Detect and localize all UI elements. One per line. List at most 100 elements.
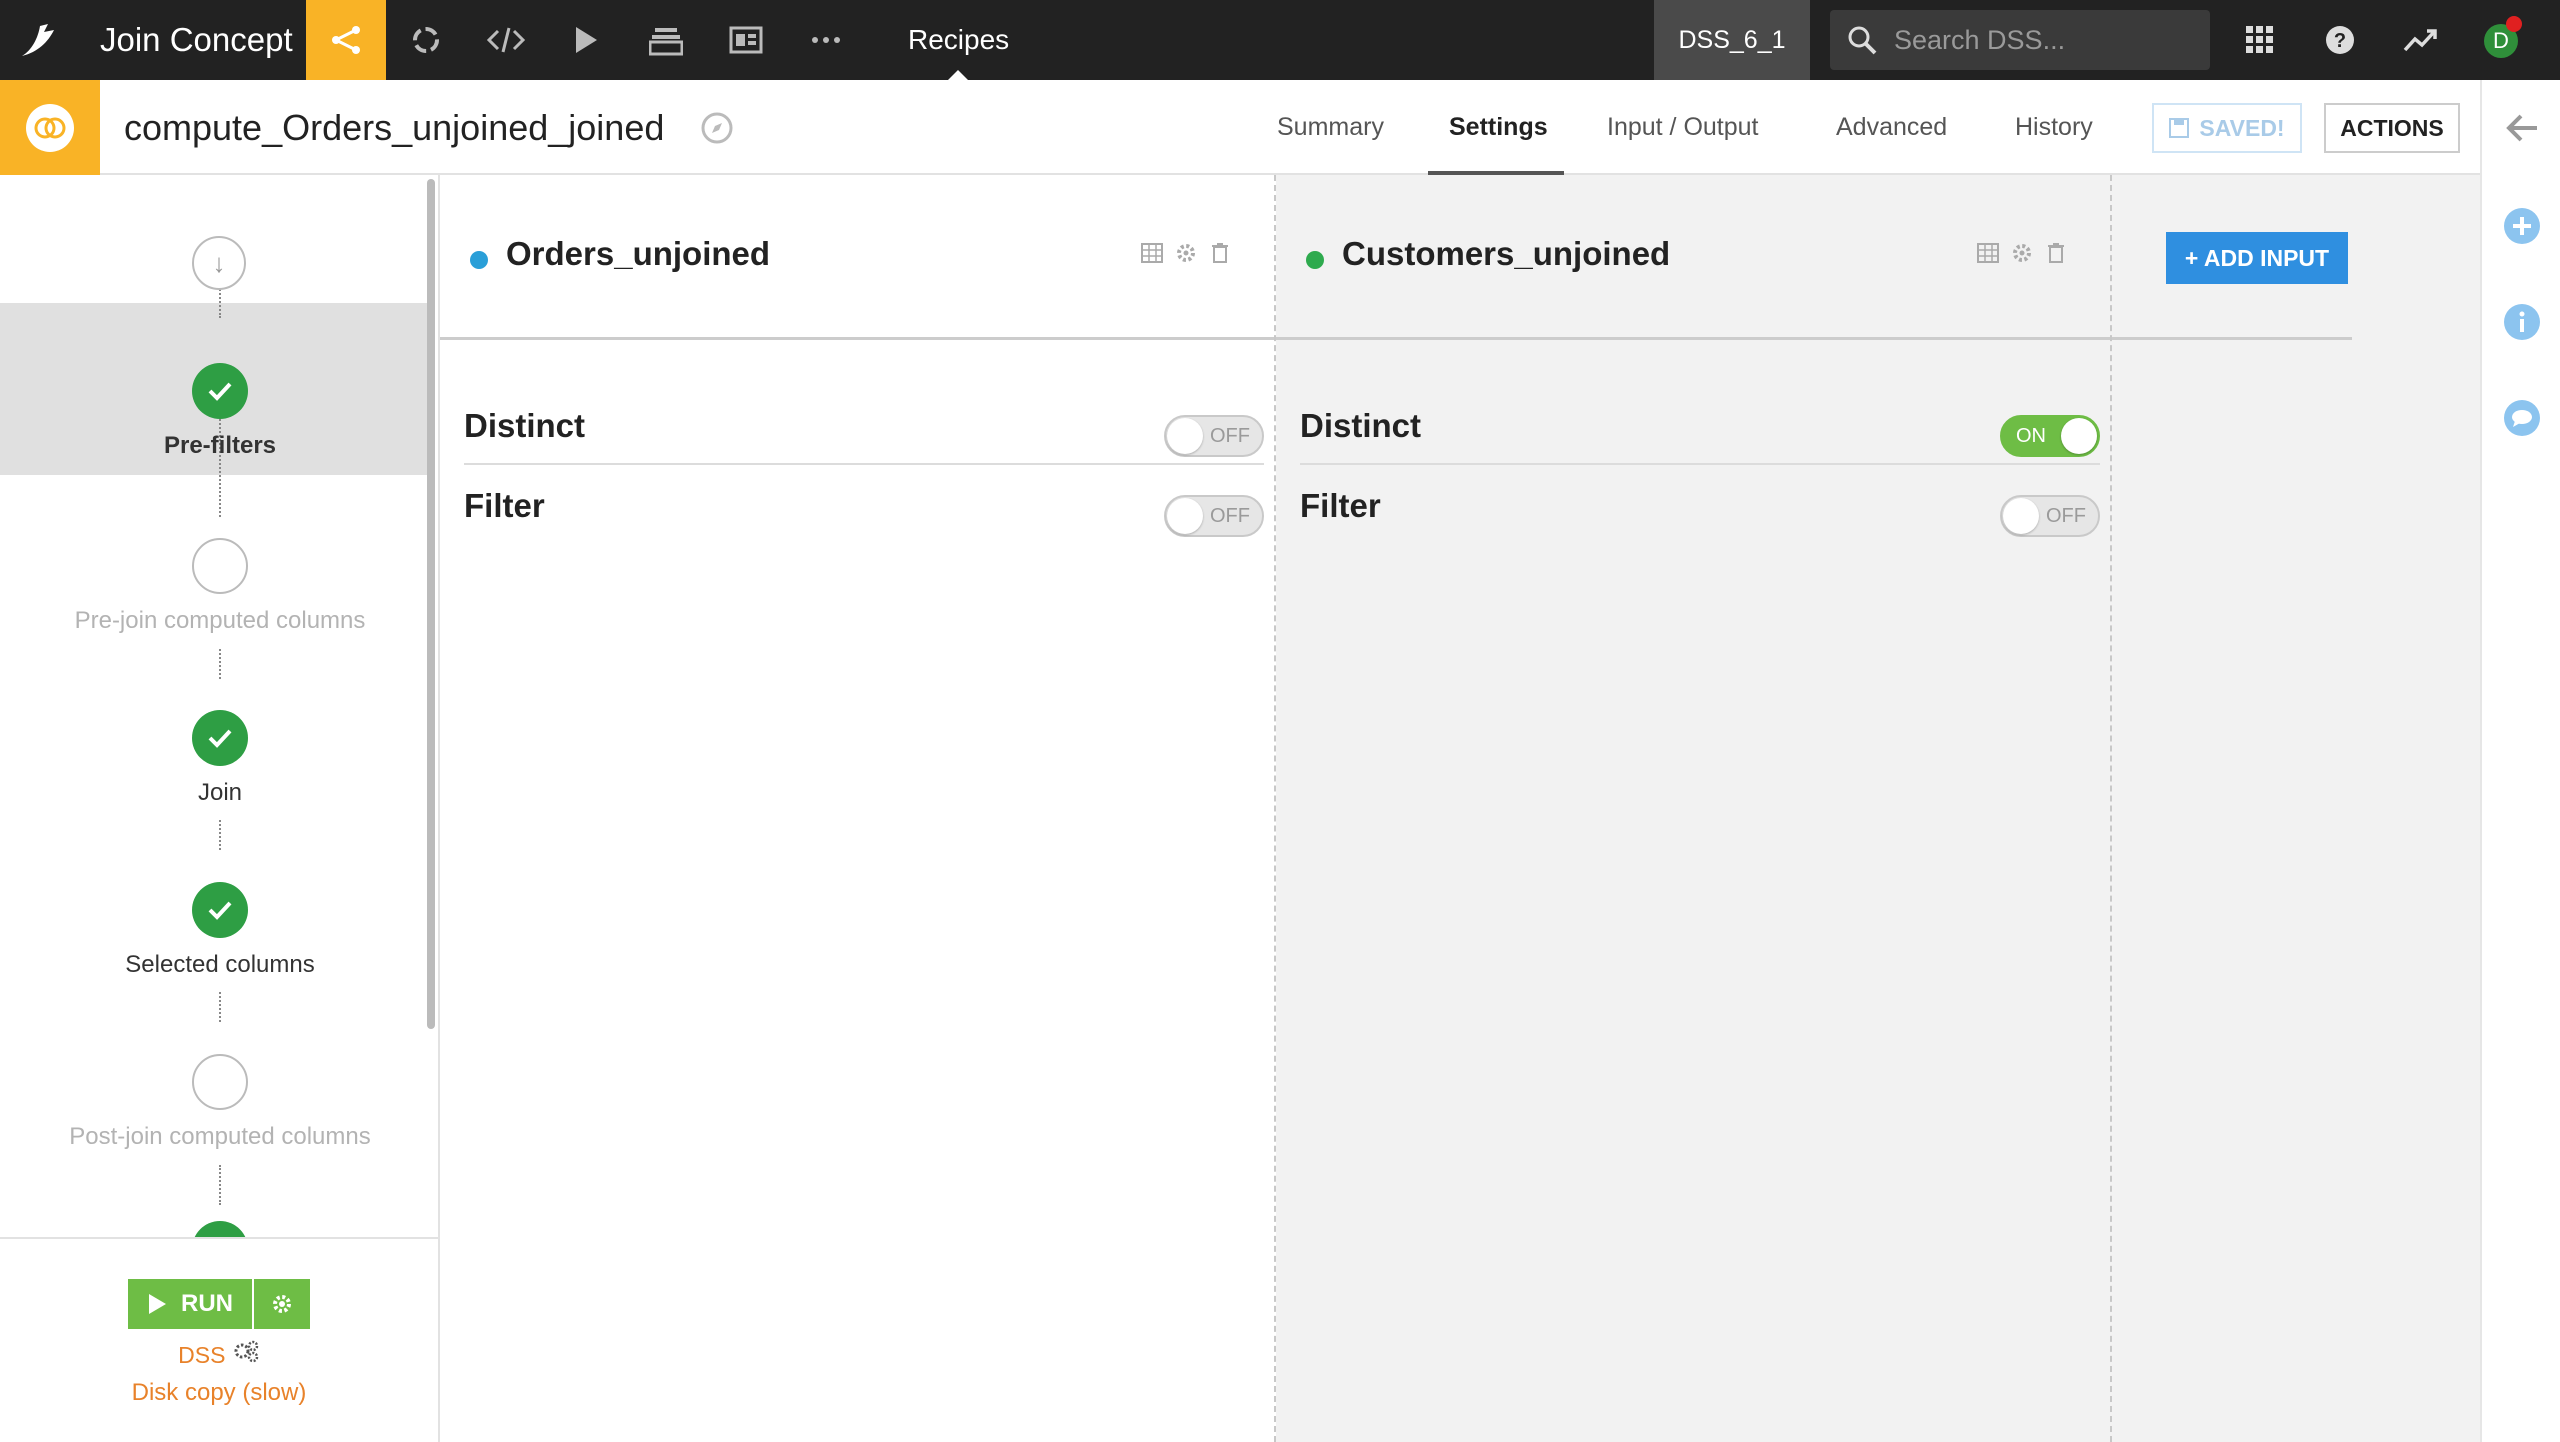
engine-label: DSS: [178, 1342, 226, 1368]
step-label-selected-columns[interactable]: Selected columns: [0, 951, 438, 979]
check-icon: [208, 901, 232, 920]
tab-summary[interactable]: Summary: [1277, 80, 1384, 175]
gears-icon: [234, 1340, 259, 1363]
right-rail: [2480, 80, 2560, 1442]
add-input-button[interactable]: + ADD INPUT: [2166, 232, 2348, 284]
project-name[interactable]: Join Concept: [100, 0, 293, 80]
notification-badge: [2506, 16, 2522, 32]
prefilters-settings: Orders_unjoined Distinct OFF Filter OFF: [440, 175, 2480, 1442]
join-recipe-icon: [0, 80, 100, 175]
dashboard-icon[interactable]: [706, 0, 786, 80]
lab-icon[interactable]: [386, 0, 466, 80]
distinct-label: Distinct: [1300, 407, 1422, 444]
top-navbar: Join Concept Recipes DSS_6_1 ? D: [0, 0, 2560, 80]
run-panel: RUN DSS Disk copy (slow): [0, 1237, 438, 1442]
trend-icon[interactable]: [2380, 0, 2460, 80]
search-icon: [1846, 24, 1878, 61]
trash-icon[interactable]: [1208, 241, 1232, 265]
toggle-state: OFF: [2046, 505, 2086, 527]
help-icon[interactable]: ?: [2300, 0, 2380, 80]
filter-setting: Filter OFF: [464, 465, 1264, 545]
distinct-setting: Distinct OFF: [464, 385, 1264, 465]
step-label-join[interactable]: Join: [0, 779, 438, 807]
search-input[interactable]: [1894, 10, 2194, 70]
header-divider: [2112, 337, 2352, 340]
filter-setting: Filter OFF: [1300, 465, 2100, 545]
table-icon[interactable]: [1140, 241, 1164, 265]
tab-input-output[interactable]: Input / Output: [1607, 80, 1759, 175]
toggle-state: ON: [2016, 425, 2046, 447]
run-button[interactable]: RUN: [128, 1279, 252, 1329]
recipe-steps-panel: ↓ Pre-filters Pre-join computed columns …: [0, 175, 440, 1442]
save-disk-icon: [2169, 118, 2190, 138]
chat-icon[interactable]: [2502, 398, 2542, 438]
toggle-state: OFF: [1210, 425, 1250, 447]
engine-detail[interactable]: Disk copy (slow): [0, 1379, 438, 1407]
trash-icon[interactable]: [2044, 241, 2068, 265]
step-prefilters-node[interactable]: [192, 363, 248, 419]
steps-scrollbar[interactable]: [427, 179, 435, 1029]
filter-toggle[interactable]: OFF: [1164, 495, 1264, 537]
search-box[interactable]: [1830, 10, 2210, 70]
table-icon[interactable]: [1976, 241, 2000, 265]
tab-advanced[interactable]: Advanced: [1836, 80, 1947, 175]
step-selected-columns-node[interactable]: [192, 882, 248, 938]
run-label: RUN: [181, 1290, 233, 1317]
step-join-node[interactable]: [192, 710, 248, 766]
distinct-setting: Distinct ON: [1300, 385, 2100, 465]
back-arrow-icon[interactable]: [2502, 108, 2542, 148]
saved-button[interactable]: SAVED!: [2152, 103, 2302, 153]
compass-icon[interactable]: [700, 111, 734, 150]
steps-start-node: ↓: [192, 236, 246, 290]
section-caret: [948, 70, 968, 80]
dataset-tools: [1976, 241, 2068, 265]
flow-icon[interactable]: [306, 0, 386, 80]
check-icon: [208, 382, 232, 401]
more-icon[interactable]: [786, 0, 866, 80]
gear-icon: [273, 1295, 291, 1313]
step-postjoin-node[interactable]: [192, 1054, 248, 1110]
stack-icon[interactable]: [626, 0, 706, 80]
input-header: Orders_unjoined: [440, 175, 1274, 340]
input-header: Customers_unjoined: [1276, 175, 2110, 340]
filter-label: Filter: [464, 487, 545, 524]
plus-circle-icon[interactable]: [2502, 206, 2542, 246]
distinct-toggle[interactable]: OFF: [1164, 415, 1264, 457]
run-settings-button[interactable]: [254, 1279, 310, 1329]
recipe-title: compute_Orders_unjoined_joined: [124, 107, 665, 148]
input-column-customers: Customers_unjoined Distinct ON Filter OF…: [1276, 175, 2112, 1442]
code-icon[interactable]: [466, 0, 546, 80]
filter-toggle[interactable]: OFF: [2000, 495, 2100, 537]
tab-settings[interactable]: Settings: [1449, 80, 1548, 175]
dataset-tools: [1140, 241, 1232, 265]
tab-history[interactable]: History: [2015, 80, 2093, 175]
play-icon: [149, 1294, 166, 1314]
distinct-label: Distinct: [464, 407, 586, 444]
distinct-toggle[interactable]: ON: [2000, 415, 2100, 457]
check-icon: [208, 729, 232, 748]
dataset-name[interactable]: Orders_unjoined: [506, 235, 770, 273]
dataset-dot: [1306, 251, 1324, 269]
current-section-label[interactable]: Recipes: [908, 0, 1009, 80]
engine-selector[interactable]: DSS: [0, 1339, 438, 1369]
gear-icon[interactable]: [1174, 241, 1198, 265]
dataiku-logo-icon[interactable]: [0, 0, 80, 80]
instance-name[interactable]: DSS_6_1: [1654, 0, 1810, 80]
filter-label: Filter: [1300, 487, 1381, 524]
gear-icon[interactable]: [2010, 241, 2034, 265]
info-circle-icon[interactable]: [2502, 302, 2542, 342]
step-prejoin-node[interactable]: [192, 538, 248, 594]
apps-grid-icon[interactable]: [2220, 0, 2300, 80]
step-label-prefilters[interactable]: Pre-filters: [0, 432, 438, 460]
dataset-name[interactable]: Customers_unjoined: [1342, 235, 1670, 273]
toggle-state: OFF: [1210, 505, 1250, 527]
actions-button[interactable]: ACTIONS: [2324, 103, 2460, 153]
input-column-orders: Orders_unjoined Distinct OFF Filter OFF: [440, 175, 1276, 1442]
recipe-header: compute_Orders_unjoined_joined Summary S…: [0, 80, 2480, 175]
step-label-prejoin[interactable]: Pre-join computed columns: [0, 607, 438, 635]
step-label-postjoin[interactable]: Post-join computed columns: [0, 1123, 438, 1151]
saved-label: SAVED!: [2199, 114, 2285, 141]
run-icon[interactable]: [546, 0, 626, 80]
dataset-dot: [470, 251, 488, 269]
svg-text:?: ?: [2334, 30, 2346, 52]
